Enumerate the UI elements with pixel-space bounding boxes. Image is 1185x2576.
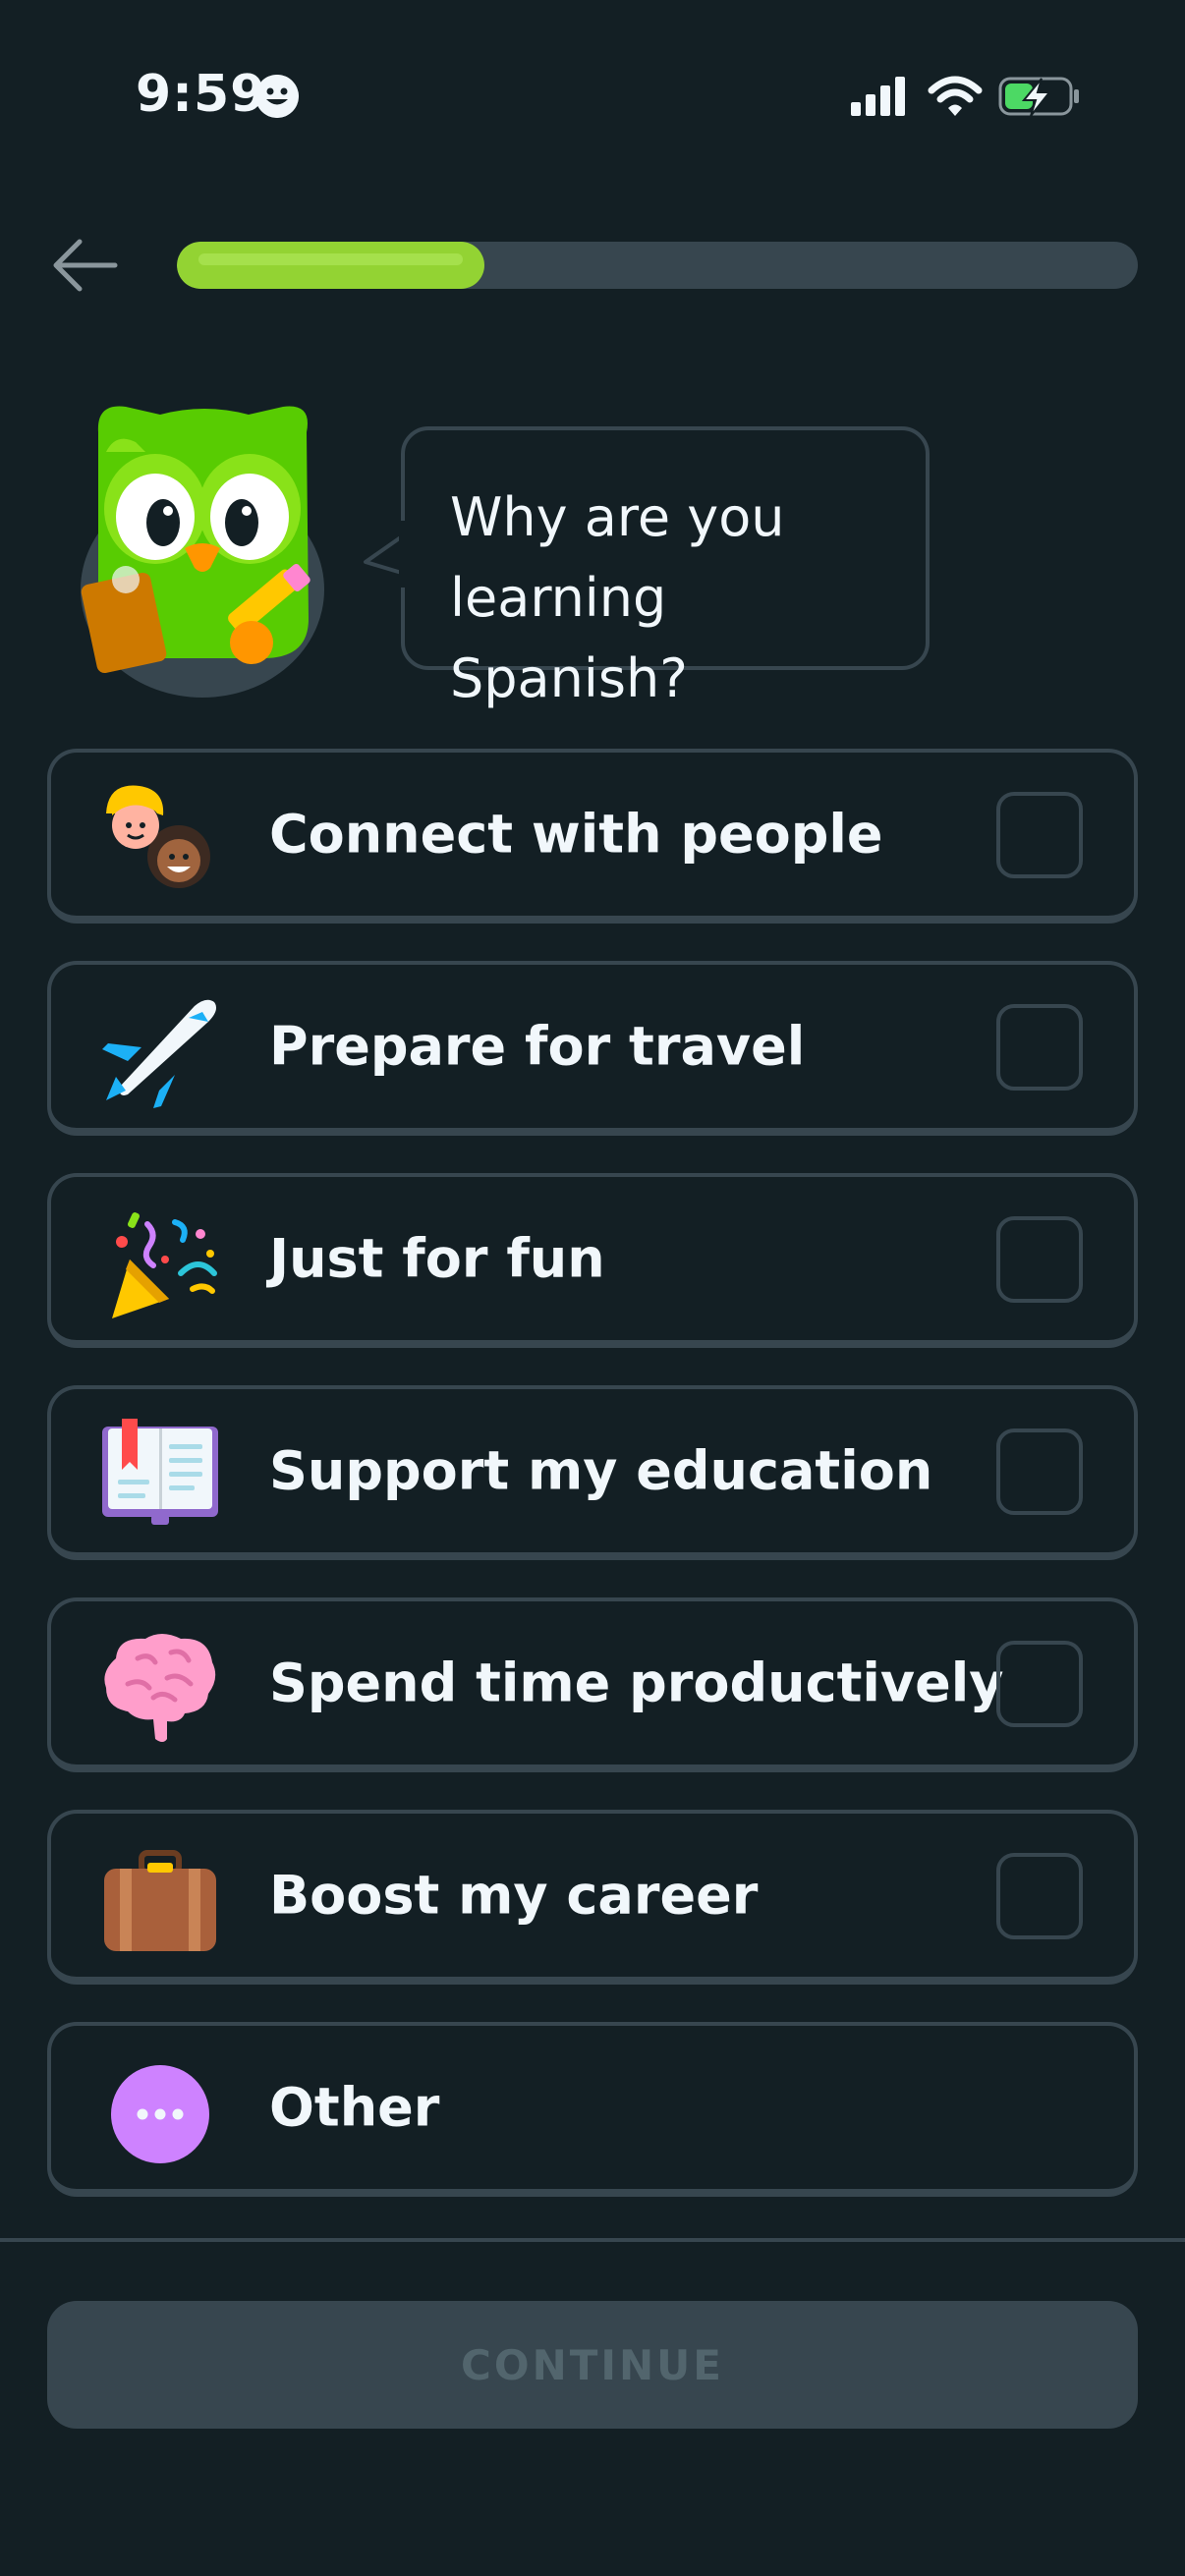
option-checkbox[interactable]: [996, 792, 1083, 878]
option-label: Boost my career: [269, 1864, 759, 1927]
status-time: 9:59: [136, 65, 267, 124]
option-just-for-fun[interactable]: Just for fun: [47, 1173, 1138, 1348]
speech-bubble: Why are you learning Spanish?: [401, 426, 930, 709]
owl-mascot-icon: [81, 406, 324, 698]
option-spend-time-productively[interactable]: Spend time productively: [47, 1597, 1138, 1772]
option-label: Support my education: [269, 1439, 933, 1502]
option-connect-with-people[interactable]: Connect with people: [47, 749, 1138, 924]
people-icon: [106, 785, 210, 888]
battery-charging-icon: [998, 77, 1079, 117]
continue-button[interactable]: CONTINUE: [47, 2301, 1138, 2429]
option-boost-my-career[interactable]: Boost my career: [47, 1810, 1138, 1985]
speech-bubble-tail-mask: [399, 521, 409, 588]
wifi-icon: [928, 76, 983, 116]
option-checkbox[interactable]: [996, 1853, 1083, 1939]
option-other[interactable]: Other: [47, 2022, 1138, 2197]
progress-bar-highlight: [198, 253, 463, 265]
cellular-signal-icon: [851, 77, 905, 116]
option-support-my-education[interactable]: Support my education: [47, 1385, 1138, 1560]
face-badge-icon: [255, 75, 299, 118]
status-bar: 9:59: [0, 0, 1185, 196]
arrow-left-icon: [53, 239, 118, 292]
option-label: Connect with people: [269, 803, 883, 866]
question-text: Why are you learning Spanish?: [450, 486, 785, 709]
option-checkbox[interactable]: [996, 1641, 1083, 1727]
option-label: Prepare for travel: [269, 1015, 806, 1078]
airplane-icon: [102, 999, 216, 1108]
option-checkbox[interactable]: [996, 1216, 1083, 1303]
back-button[interactable]: [47, 228, 122, 303]
open-book-icon: [102, 1419, 218, 1525]
option-prepare-for-travel[interactable]: Prepare for travel: [47, 961, 1138, 1136]
progress-bar-fill: [177, 242, 484, 289]
option-checkbox[interactable]: [996, 1428, 1083, 1515]
option-label: Just for fun: [269, 1227, 605, 1290]
brain-icon: [104, 1634, 216, 1742]
progress-bar: [177, 242, 1138, 289]
party-popper-icon: [112, 1212, 217, 1318]
option-checkbox[interactable]: [996, 1004, 1083, 1091]
briefcase-icon: [104, 1850, 216, 1951]
footer-divider: [0, 2238, 1185, 2242]
option-label: Other: [269, 2076, 440, 2139]
option-label: Spend time productively: [269, 1652, 1004, 1714]
more-dots-icon: [111, 2065, 209, 2163]
